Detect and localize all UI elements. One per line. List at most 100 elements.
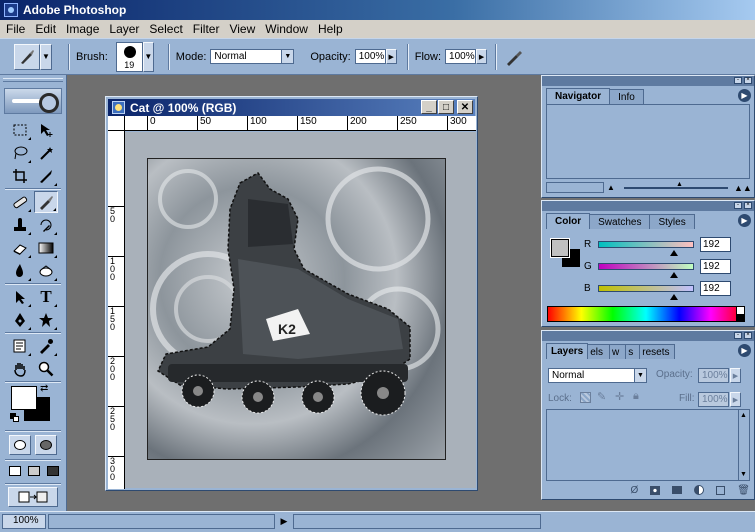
layer-mask-icon[interactable] [650, 485, 661, 495]
menu-window[interactable]: Window [261, 22, 314, 36]
quick-mask-button[interactable] [35, 435, 57, 455]
layer-opacity-input[interactable]: 100% [698, 368, 729, 383]
palette-close-button[interactable]: × [744, 77, 752, 84]
magic-wand-tool[interactable] [34, 142, 58, 164]
red-slider[interactable] [598, 240, 694, 256]
hand-tool[interactable] [8, 358, 32, 380]
green-slider[interactable] [598, 262, 694, 278]
red-value-input[interactable]: 192 [700, 236, 731, 252]
zoom-in-icon[interactable]: ▲▲ [734, 183, 752, 193]
slider-thumb-icon[interactable] [670, 293, 678, 300]
photoshop-app-icon[interactable] [4, 3, 18, 17]
airbrush-toggle[interactable] [503, 46, 525, 68]
zoom-field[interactable]: 100% [2, 514, 46, 529]
color-foreground-swatch[interactable] [551, 239, 569, 257]
slider-thumb-icon[interactable]: ▲ [676, 181, 683, 188]
menu-edit[interactable]: Edit [31, 22, 62, 36]
trash-icon[interactable]: 🗑︎ [737, 485, 750, 496]
lasso-tool[interactable] [8, 142, 32, 164]
layer-opacity-arrow[interactable]: ▶ [730, 368, 741, 383]
chevron-down-icon[interactable]: ▼ [281, 50, 294, 63]
maximize-button[interactable]: □ [438, 100, 454, 114]
navigator-zoom-field[interactable] [546, 182, 604, 193]
palette-menu-button[interactable]: ▶ [738, 344, 751, 357]
layer-style-icon[interactable]: Ø [631, 485, 639, 496]
layers-scrollbar[interactable]: ▲ ▼ [738, 410, 749, 480]
green-value-input[interactable]: 192 [700, 258, 731, 274]
fill-input[interactable]: 100% [698, 392, 729, 407]
fill-arrow[interactable]: ▶ [730, 392, 741, 407]
status-menu-arrow[interactable]: ▶ [278, 514, 290, 529]
color-spectrum-bar[interactable] [547, 306, 745, 322]
zoom-tool[interactable] [34, 358, 58, 380]
slice-tool[interactable] [34, 165, 58, 187]
image-canvas[interactable]: K2 [147, 158, 446, 460]
menu-image[interactable]: Image [62, 22, 105, 36]
marquee-tool[interactable] [8, 119, 32, 141]
slider-thumb-icon[interactable] [670, 249, 678, 256]
tool-preset-picker[interactable] [14, 43, 40, 70]
flow-slider-arrow[interactable]: ▶ [476, 49, 488, 64]
tab-navigator[interactable]: Navigator [546, 88, 611, 104]
navigator-zoom-slider[interactable]: ▲ [624, 181, 728, 189]
flow-input[interactable]: 100% [445, 49, 477, 64]
path-selection-tool[interactable] [8, 286, 32, 308]
palette-close-button[interactable]: × [744, 332, 752, 339]
tab-color[interactable]: Color [546, 213, 591, 229]
layers-list[interactable]: ▲ ▼ [546, 409, 750, 481]
dodge-tool[interactable] [8, 260, 32, 282]
toolbox-grip[interactable] [3, 78, 63, 82]
clone-stamp-tool[interactable] [8, 214, 32, 236]
tab-styles[interactable]: Styles [649, 214, 695, 229]
brush-preview[interactable]: 19 [115, 41, 143, 72]
palette-menu-button[interactable]: ▶ [738, 214, 751, 227]
horizontal-ruler[interactable]: 0 50 100 150 200 250 300 [125, 116, 476, 131]
menu-layer[interactable]: Layer [105, 22, 145, 36]
blue-value-input[interactable]: 192 [700, 280, 731, 296]
photoshop-logo-icon[interactable] [4, 88, 62, 114]
tab-swatches[interactable]: Swatches [589, 214, 651, 229]
lock-all-icon[interactable]: 🔒︎ [633, 390, 639, 403]
screen-mode-full-menu[interactable] [25, 462, 43, 480]
pen-tool[interactable] [8, 309, 32, 331]
lock-position-icon[interactable]: ✛ [615, 390, 624, 403]
menu-file[interactable]: File [2, 22, 31, 36]
slider-thumb-icon[interactable] [670, 271, 678, 278]
tool-preset-dropdown-arrow[interactable]: ▼ [40, 43, 52, 70]
palette-titlebar[interactable]: - × [542, 331, 754, 341]
foreground-color-swatch[interactable] [11, 386, 37, 410]
brush-dropdown-arrow[interactable]: ▼ [142, 41, 154, 72]
opacity-slider-arrow[interactable]: ▶ [385, 49, 397, 64]
brush-tool[interactable] [34, 191, 58, 213]
vertical-ruler[interactable]: 5 0 1 0 0 1 5 0 2 0 0 2 5 0 3 0 0 [108, 131, 125, 489]
scroll-down-icon[interactable]: ▼ [740, 471, 747, 478]
move-tool[interactable] [34, 119, 58, 141]
tab-info[interactable]: Info [609, 89, 644, 104]
eraser-tool[interactable] [8, 237, 32, 259]
jump-to-imageready-button[interactable] [8, 487, 58, 507]
healing-brush-tool[interactable] [8, 191, 32, 213]
zoom-out-icon[interactable]: ▲ [604, 183, 618, 192]
gradient-tool[interactable] [34, 237, 58, 259]
crop-tool[interactable] [8, 165, 32, 187]
new-layer-icon[interactable] [716, 485, 726, 495]
document-titlebar[interactable]: Cat @ 100% (RGB) _ □ ✕ [108, 99, 475, 116]
spectrum-white-black-swatch[interactable] [736, 306, 745, 322]
minimize-button[interactable]: _ [421, 100, 437, 114]
palette-minimize-button[interactable]: - [734, 202, 742, 209]
menu-filter[interactable]: Filter [189, 22, 226, 36]
blue-slider[interactable] [598, 284, 694, 300]
adjustment-layer-icon[interactable] [694, 485, 705, 495]
scroll-up-icon[interactable]: ▲ [740, 412, 747, 419]
notes-tool[interactable] [8, 335, 32, 357]
palette-menu-button[interactable]: ▶ [738, 89, 751, 102]
menu-help[interactable]: Help [314, 22, 349, 36]
tab-channels[interactable]: els [587, 344, 611, 359]
canvas-area[interactable]: K2 [125, 132, 476, 488]
close-button[interactable]: ✕ [457, 100, 473, 114]
swap-colors-icon[interactable]: ⇄ [40, 383, 48, 394]
menu-view[interactable]: View [225, 22, 261, 36]
tab-tool-presets[interactable]: resets [639, 344, 675, 359]
eyedropper-tool[interactable] [34, 335, 58, 357]
menu-select[interactable]: Select [145, 22, 188, 36]
